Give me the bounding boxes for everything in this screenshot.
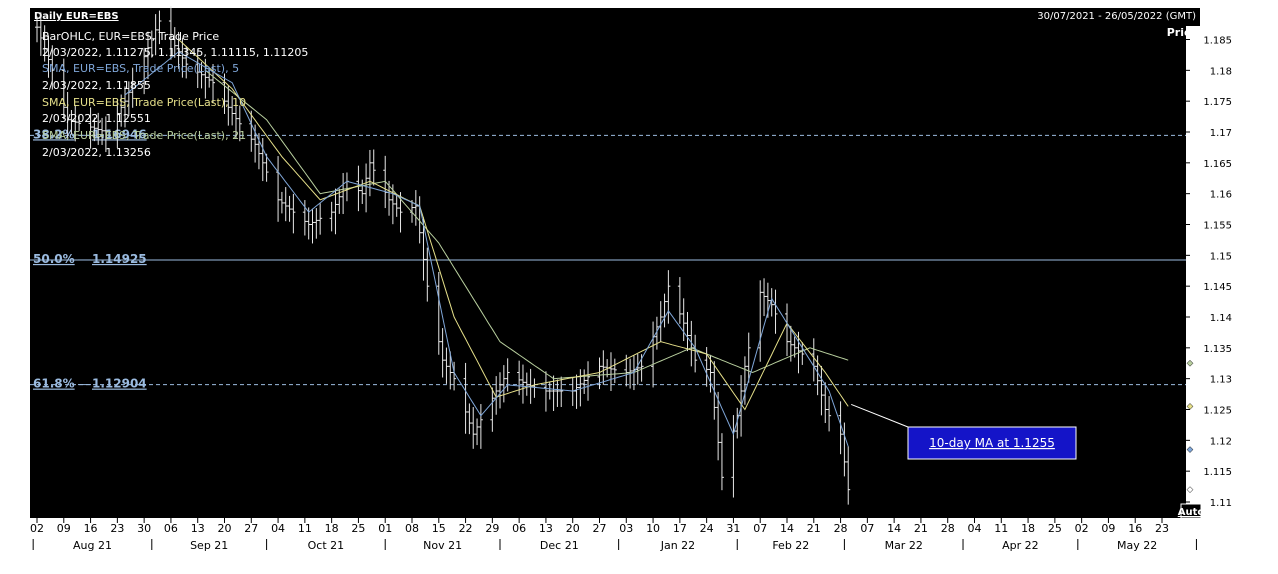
x-month-label: Mar 22 (885, 539, 923, 552)
chart-title: Daily EUR=EBS (34, 11, 119, 22)
x-tick-label: 02 (1075, 522, 1089, 535)
x-tick-label: 18 (325, 522, 339, 535)
legend-sma5-value: 2/03/2022, 1.11855 (42, 79, 151, 92)
x-tick-label: 20 (218, 522, 232, 535)
legend-sma21-value: 2/03/2022, 1.13256 (42, 146, 151, 159)
x-month-label: Feb 22 (772, 539, 809, 552)
x-tick-label: 31 (726, 522, 740, 535)
x-tick-label: 03 (619, 522, 633, 535)
y-tick-label: 1.11 (1210, 498, 1232, 509)
y-tick-label: 1.13 (1210, 375, 1232, 386)
x-month-label: Dec 21 (540, 539, 579, 552)
y-axis-title: Price (1167, 26, 1198, 39)
x-tick-label: 04 (968, 522, 982, 535)
x-month-label: Nov 21 (423, 539, 462, 552)
x-tick-label: 27 (244, 522, 258, 535)
legend-sma10-value: 2/03/2022, 1.12551 (42, 112, 151, 125)
x-tick-label: 20 (566, 522, 580, 535)
legend-bar-values: 2/03/2022, 1.11275, 1.11345, 1.11115, 1.… (42, 46, 308, 59)
x-tick-label: 22 (459, 522, 473, 535)
x-tick-label: 07 (753, 522, 767, 535)
y-tick-label: 1.17 (1210, 128, 1232, 139)
y-tick-label: 1.175 (1203, 97, 1232, 108)
y-tick-label: 1.12 (1210, 436, 1232, 447)
y-tick-label: 1.145 (1203, 282, 1232, 293)
fib-level-pct: 61.8% (33, 377, 75, 391)
x-month-label: Aug 21 (73, 539, 112, 552)
y-tick-label: 1.165 (1203, 159, 1232, 170)
x-tick-label: 23 (1155, 522, 1169, 535)
x-tick-label: 15 (432, 522, 446, 535)
x-tick-label: 09 (1101, 522, 1115, 535)
fib-level-pct: 50.0% (33, 252, 75, 266)
x-tick-label: 25 (351, 522, 365, 535)
x-tick-label: 23 (110, 522, 124, 535)
x-tick-label: 04 (271, 522, 285, 535)
x-month-label: May 22 (1117, 539, 1157, 552)
x-tick-label: 21 (807, 522, 821, 535)
x-tick-label: 18 (1021, 522, 1035, 535)
x-month-label: Sep 21 (190, 539, 228, 552)
x-tick-label: 17 (673, 522, 687, 535)
x-tick-label: 24 (700, 522, 714, 535)
x-tick-label: 28 (834, 522, 848, 535)
chart-frame: Daily EUR=EBS 30/07/2021 - 26/05/2022 (G… (0, 0, 1278, 570)
x-tick-label: 21 (914, 522, 928, 535)
y-tick-label: 1.16 (1210, 190, 1232, 201)
x-tick-label: 01 (378, 522, 392, 535)
x-month-label: Oct 21 (308, 539, 345, 552)
y-tick-label: 1.125 (1203, 406, 1232, 417)
x-tick-label: 06 (164, 522, 178, 535)
x-month-label: Apr 22 (1002, 539, 1039, 552)
y-tick-label: 1.155 (1203, 221, 1232, 232)
legend-sma5-name: SMA, EUR=EBS, Trade Price(Last), 5 (42, 62, 239, 75)
fib-level-value: 1.14925 (92, 252, 147, 266)
x-tick-label: 07 (860, 522, 874, 535)
date-range: 30/07/2021 - 26/05/2022 (GMT) (1037, 11, 1196, 22)
x-tick-label: 27 (593, 522, 607, 535)
x-tick-label: 30 (137, 522, 151, 535)
x-tick-label: 08 (405, 522, 419, 535)
price-axis-strip (1186, 26, 1200, 516)
x-tick-label: 16 (84, 522, 98, 535)
y-tick-label: 1.18 (1210, 66, 1232, 77)
x-tick-label: 11 (298, 522, 312, 535)
annotation-label[interactable]: 10-day MA at 1.1255 (929, 436, 1055, 450)
x-tick-label: 10 (646, 522, 660, 535)
x-tick-label: 09 (57, 522, 71, 535)
x-tick-label: 13 (539, 522, 553, 535)
y-tick-label: 1.115 (1203, 467, 1232, 478)
x-tick-label: 13 (191, 522, 205, 535)
x-tick-label: 29 (485, 522, 499, 535)
y-tick-label: 1.135 (1203, 344, 1232, 355)
auto-scale-label[interactable]: Auto (1178, 507, 1205, 518)
legend-sma10-name: SMA, EUR=EBS, Trade Price(Last), 10 (42, 96, 246, 109)
legend-bar-name: BarOHLC, EUR=EBS, Trade Price (42, 30, 219, 43)
x-tick-label: 14 (887, 522, 901, 535)
x-tick-label: 02 (30, 522, 44, 535)
price-chart: Daily EUR=EBS 30/07/2021 - 26/05/2022 (G… (0, 0, 1278, 570)
x-tick-label: 25 (1048, 522, 1062, 535)
x-tick-label: 28 (941, 522, 955, 535)
y-tick-label: 1.185 (1203, 36, 1232, 47)
x-tick-label: 06 (512, 522, 526, 535)
x-tick-label: 14 (780, 522, 794, 535)
y-tick-label: 1.15 (1210, 251, 1232, 262)
y-tick-label: 1.14 (1210, 313, 1232, 324)
legend-sma21-name: SMA, EUR=EBS, Trade Price(Last), 21 (42, 129, 246, 142)
x-tick-label: 11 (994, 522, 1008, 535)
x-tick-label: 16 (1128, 522, 1142, 535)
x-month-label: Jan 22 (660, 539, 695, 552)
fib-level-value: 1.12904 (92, 377, 147, 391)
